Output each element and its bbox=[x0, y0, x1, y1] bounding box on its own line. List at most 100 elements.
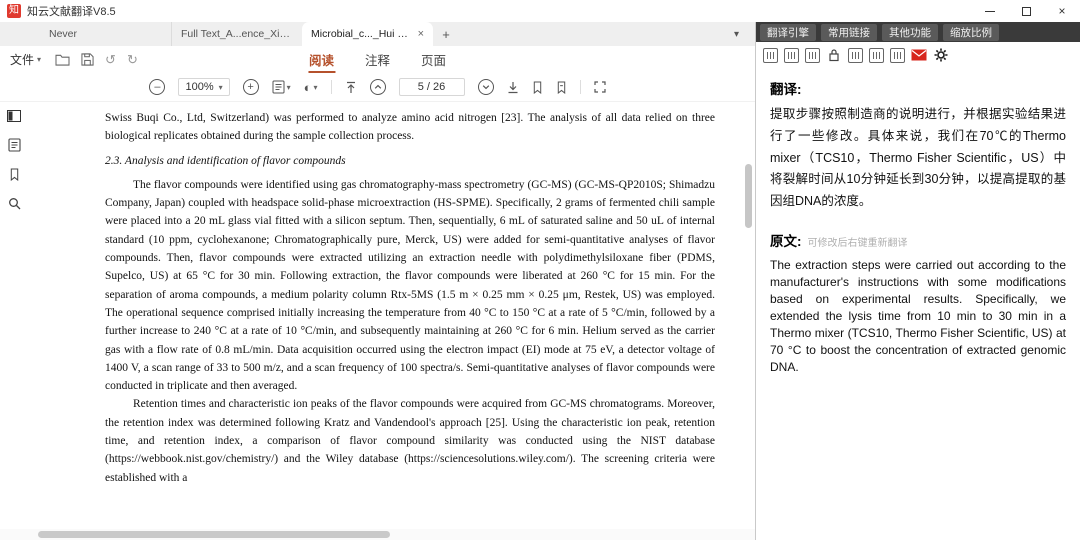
go-top-icon bbox=[345, 81, 357, 94]
minimize-icon bbox=[985, 11, 995, 12]
window-controls: × bbox=[972, 0, 1080, 22]
minimize-button[interactable] bbox=[972, 0, 1008, 22]
document-tabstrip: Never Full Text_A...ence_Xinhua Microbia… bbox=[0, 22, 755, 46]
menu-other-functions[interactable]: 其他功能 bbox=[882, 24, 938, 41]
translation-label: 翻译: bbox=[770, 78, 1066, 98]
layout-option-icon[interactable] bbox=[869, 48, 884, 63]
horizontal-scrollbar-track bbox=[0, 529, 755, 540]
menu-zoom-ratio[interactable]: 缩放比例 bbox=[943, 24, 999, 41]
theme-dropdown[interactable]: ◐ ▾ bbox=[304, 81, 318, 94]
layout-option-icon[interactable] bbox=[848, 48, 863, 63]
toolbar-divider bbox=[580, 80, 581, 94]
toolbar-divider bbox=[331, 80, 332, 94]
search-icon bbox=[8, 197, 21, 210]
sidebar-toggle-button[interactable] bbox=[4, 106, 24, 126]
go-top-button[interactable] bbox=[345, 81, 357, 94]
zoom-out-button[interactable]: – bbox=[149, 79, 165, 95]
tabs-overflow-chevron-icon[interactable]: ▾ bbox=[734, 29, 739, 40]
new-tab-button[interactable]: + bbox=[433, 22, 459, 46]
tab-read[interactable]: 阅读 bbox=[307, 45, 336, 74]
sidebar-toggle-icon bbox=[7, 110, 21, 122]
page-layout-icon bbox=[272, 80, 285, 94]
zoom-caret-icon: ▾ bbox=[219, 83, 223, 92]
tab-annotate[interactable]: 注释 bbox=[363, 45, 392, 74]
maximize-button[interactable] bbox=[1008, 0, 1044, 22]
file-menu[interactable]: 文件 ▾ bbox=[10, 51, 41, 68]
bookmark-button[interactable] bbox=[532, 81, 543, 94]
document-tab-never[interactable]: Never bbox=[40, 22, 171, 46]
view-mode-tabs: 阅读 注释 页面 bbox=[307, 46, 448, 73]
theme-caret-icon: ▾ bbox=[314, 83, 318, 92]
translation-panel: 翻译引擎 常用链接 其他功能 缩放比例 bbox=[755, 22, 1080, 540]
download-button[interactable] bbox=[507, 81, 519, 94]
zoom-out-icon: – bbox=[154, 82, 160, 93]
close-button[interactable]: × bbox=[1044, 0, 1080, 22]
vertical-scrollbar[interactable] bbox=[745, 164, 752, 228]
document-tab-microbial-active[interactable]: Microbial_c..._Hui Liao * × bbox=[302, 22, 433, 46]
tabstrip-end: ▾ bbox=[459, 22, 755, 46]
app-window: 知 知云文献翻译V8.5 × Never Full Text_A...ence_… bbox=[0, 0, 1080, 540]
prev-page-icon bbox=[374, 83, 382, 91]
undo-icon[interactable]: ↺ bbox=[105, 52, 116, 68]
tab-label: Never bbox=[49, 28, 162, 40]
tab-page[interactable]: 页面 bbox=[419, 45, 448, 74]
bookmark-list-button[interactable] bbox=[556, 81, 567, 94]
thumbnails-icon bbox=[8, 138, 21, 152]
prev-page-button[interactable] bbox=[370, 79, 386, 95]
gear-icon[interactable] bbox=[933, 47, 949, 63]
pdf-content-area: Swiss Buqi Co., Ltd, Switzerland) was pe… bbox=[0, 102, 755, 529]
app-logo-icon: 知 bbox=[7, 4, 21, 18]
bookmark-list-icon bbox=[556, 81, 567, 94]
original-hint: 可修改后右键重新翻译 bbox=[808, 234, 908, 249]
original-label: 原文: bbox=[770, 230, 802, 250]
doc-section-heading: 2.3. Analysis and identification of flav… bbox=[105, 152, 715, 170]
page-layout-caret-icon: ▾ bbox=[287, 83, 291, 92]
lock-icon[interactable] bbox=[826, 47, 842, 63]
reader-column: Never Full Text_A...ence_Xinhua Microbia… bbox=[0, 22, 755, 540]
page-layout-dropdown[interactable]: ▾ bbox=[272, 80, 291, 94]
menu-translate-engine[interactable]: 翻译引擎 bbox=[760, 24, 816, 41]
contrast-icon: ◐ bbox=[304, 81, 312, 94]
open-file-icon[interactable] bbox=[55, 53, 70, 66]
bookmarks-button[interactable] bbox=[4, 164, 24, 184]
layout-option-icon[interactable] bbox=[805, 48, 820, 63]
file-menu-caret-icon: ▾ bbox=[37, 55, 41, 64]
bookmark-icon bbox=[9, 168, 20, 181]
save-icon[interactable] bbox=[81, 53, 94, 66]
redo-icon[interactable]: ↻ bbox=[127, 52, 138, 68]
translation-panel-body: 翻译: 提取步骤按照制造商的说明进行，并根据实验结果进行了一些修改。具体来说，我… bbox=[756, 68, 1080, 540]
mail-icon[interactable] bbox=[911, 47, 927, 63]
layout-option-icon[interactable] bbox=[890, 48, 905, 63]
doc-paragraph: Swiss Buqi Co., Ltd, Switzerland) was pe… bbox=[105, 109, 715, 146]
tab-label: Full Text_A...ence_Xinhua bbox=[181, 28, 293, 40]
pdf-toolbar: – 100% ▾ + ▾ ◐ ▾ bbox=[0, 73, 755, 102]
page-number-input[interactable]: 5 / 26 bbox=[399, 78, 465, 96]
next-page-button[interactable] bbox=[478, 79, 494, 95]
titlebar: 知 知云文献翻译V8.5 × bbox=[0, 0, 1080, 22]
pdf-page[interactable]: Swiss Buqi Co., Ltd, Switzerland) was pe… bbox=[28, 102, 755, 529]
file-menu-label: 文件 bbox=[10, 51, 34, 68]
thumbnails-button[interactable] bbox=[4, 135, 24, 155]
zoom-in-button[interactable]: + bbox=[243, 79, 259, 95]
menu-common-links[interactable]: 常用链接 bbox=[821, 24, 877, 41]
layout-option-icon[interactable] bbox=[763, 48, 778, 63]
search-button[interactable] bbox=[4, 193, 24, 213]
original-text[interactable]: The extraction steps were carried out ac… bbox=[770, 257, 1066, 376]
zoom-level-value: 100% bbox=[185, 81, 213, 93]
fullscreen-button[interactable] bbox=[594, 81, 606, 93]
bookmark-icon bbox=[532, 81, 543, 94]
zoom-in-icon: + bbox=[247, 82, 253, 93]
translation-panel-toolbar bbox=[756, 42, 1080, 68]
menubar: 文件 ▾ ↺ ↻ 阅读 注释 页面 bbox=[0, 46, 755, 73]
next-page-icon bbox=[482, 83, 490, 91]
layout-option-icon[interactable] bbox=[784, 48, 799, 63]
doc-paragraph: Retention times and characteristic ion p… bbox=[105, 395, 715, 486]
horizontal-scrollbar[interactable] bbox=[38, 531, 390, 538]
tab-close-icon[interactable]: × bbox=[418, 28, 424, 40]
translation-text[interactable]: 提取步骤按照制造商的说明进行，并根据实验结果进行了一些修改。具体来说，我们在70… bbox=[770, 104, 1066, 213]
zoom-level-dropdown[interactable]: 100% ▾ bbox=[178, 78, 229, 96]
document-tab-fulltext[interactable]: Full Text_A...ence_Xinhua bbox=[171, 22, 302, 46]
app-title: 知云文献翻译V8.5 bbox=[27, 3, 116, 19]
tab-label: Microbial_c..._Hui Liao * bbox=[311, 28, 412, 40]
maximize-icon bbox=[1022, 7, 1031, 16]
